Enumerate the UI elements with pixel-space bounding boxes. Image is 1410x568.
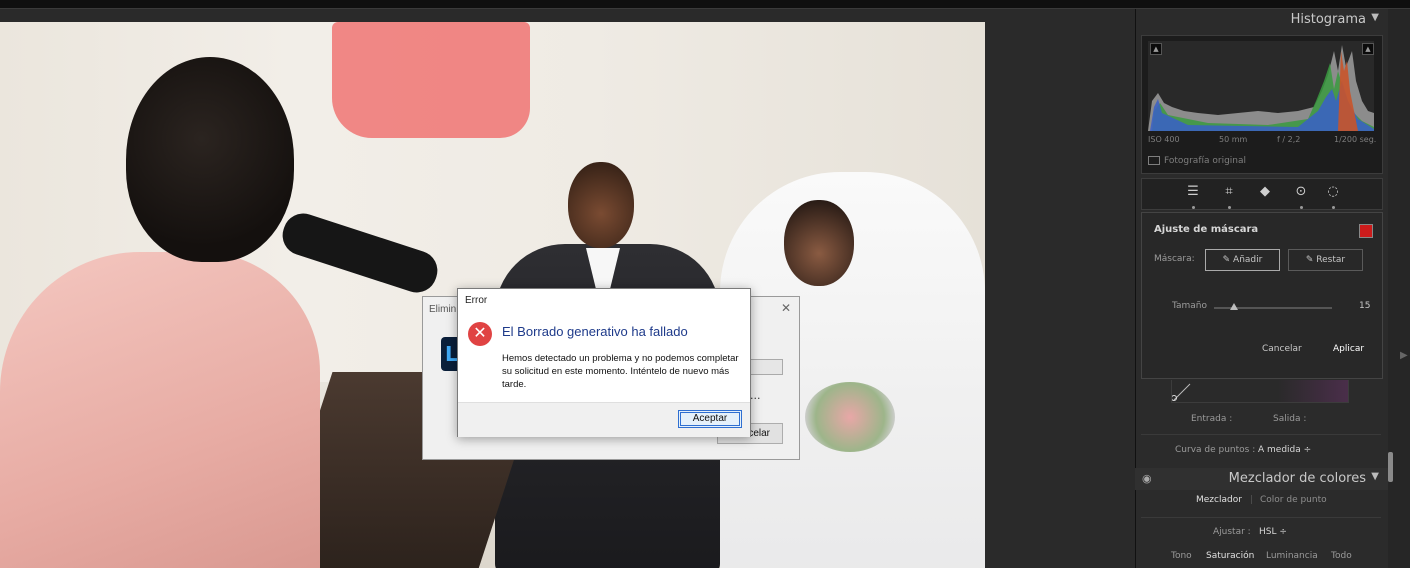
point-curve-select[interactable]: A medida ÷ [1258, 445, 1311, 455]
checkbox-icon[interactable] [1148, 156, 1160, 165]
subtab-hue[interactable]: Tono [1171, 551, 1192, 561]
officiant-shirt [0, 252, 320, 568]
tool-strip: ☰ ⌗ ◆ ⊙ ◌ [1141, 178, 1383, 210]
size-slider-knob[interactable] [1230, 303, 1238, 310]
histogram-aperture: f / 2,2 [1277, 135, 1301, 144]
color-mixer-title: Mezclador de colores [1228, 471, 1366, 486]
masking-icon[interactable]: ◌ [1325, 184, 1341, 209]
panel-scrollbar-track[interactable] [1388, 9, 1410, 568]
red-eye-icon[interactable]: ⊙ [1293, 184, 1309, 209]
curve-input-label: Entrada : [1191, 414, 1233, 424]
dialog-caption: Elimin [429, 304, 457, 315]
histogram-focal: 50 mm [1219, 135, 1248, 144]
adjust-select[interactable]: HSL ÷ [1259, 527, 1287, 537]
mask-label: Máscara: [1154, 254, 1195, 264]
mask-apply-button[interactable]: Aplicar [1333, 344, 1364, 354]
groom-head [568, 162, 634, 248]
eraser-icon[interactable]: ◆ [1257, 184, 1273, 200]
tone-curve-section: Entrada : Salida : Curva de puntos : A m… [1141, 380, 1381, 462]
histogram: ▲ ▲ ISO 400 50 mm f / 2,2 1/200 seg. Fot… [1141, 35, 1383, 174]
officiant-head [126, 57, 294, 262]
tone-curve-graph[interactable] [1171, 380, 1349, 403]
size-label: Tamaño [1172, 301, 1208, 311]
mask-cancel-button[interactable]: Cancelar [1262, 344, 1302, 354]
top-toolbar [0, 0, 1410, 9]
highlight-clipping-icon[interactable]: ▲ [1362, 43, 1374, 55]
histogram-graph: ▲ ▲ [1148, 41, 1374, 131]
adjust-label: Ajustar : [1213, 527, 1251, 537]
divider [1141, 434, 1381, 435]
error-dialog: Error ✕ El Borrado generativo ha fallado… [457, 288, 751, 437]
error-message: Hemos detectado un problema y no podemos… [502, 353, 739, 390]
bouquet [805, 382, 895, 452]
collapse-triangle-icon[interactable]: ▼ [1371, 471, 1379, 482]
original-photo-toggle[interactable]: Fotografía original [1148, 156, 1246, 166]
histogram-title: Histograma [1290, 12, 1366, 27]
error-caption: Error [465, 295, 488, 306]
collapse-triangle-icon[interactable]: ▼ [1371, 12, 1379, 23]
color-mixer-header[interactable]: ◉ Mezclador de colores ▼ [1135, 468, 1388, 490]
divider [1141, 517, 1381, 518]
brush-icon: ✎ [1222, 255, 1234, 265]
tab-separator: | [1250, 495, 1254, 505]
tab-point-color[interactable]: Color de punto [1260, 495, 1327, 505]
add-mask-button[interactable]: ✎ Añadir [1205, 249, 1280, 271]
eye-icon[interactable]: ◉ [1142, 472, 1152, 485]
panel-scrollbar-thumb[interactable] [1388, 452, 1393, 482]
subtab-saturation[interactable]: Saturación [1206, 551, 1254, 561]
mask-adjust-panel: Ajuste de máscara Máscara: ✎ Añadir ✎ Re… [1141, 212, 1383, 379]
ok-button[interactable]: Aceptar [678, 410, 742, 428]
bride-head [784, 200, 854, 286]
mask-panel-title: Ajuste de máscara [1154, 224, 1259, 235]
microphone [277, 208, 443, 298]
curve-output-label: Salida : [1273, 414, 1307, 424]
subtab-luminance[interactable]: Luminancia [1266, 551, 1318, 561]
size-value[interactable]: 15 [1359, 301, 1370, 311]
mask-overlay [332, 22, 530, 138]
histogram-iso: ISO 400 [1148, 135, 1180, 144]
point-curve-label: Curva de puntos : [1175, 445, 1256, 455]
original-photo-label: Fotografía original [1164, 156, 1247, 166]
mask-color-swatch[interactable] [1359, 224, 1373, 238]
error-title: El Borrado generativo ha fallado [502, 324, 688, 339]
brush-minus-icon: ✎ [1305, 255, 1317, 265]
expand-panel-icon[interactable]: ▶ [1400, 350, 1408, 361]
subtract-mask-button[interactable]: ✎ Restar [1288, 249, 1363, 271]
progress-ellipsis: ... [750, 389, 761, 402]
subtab-all[interactable]: Todo [1331, 551, 1352, 561]
crop-icon[interactable]: ⌗ [1221, 184, 1237, 209]
tab-mixer[interactable]: Mezclador [1196, 495, 1242, 505]
histogram-header[interactable]: Histograma ▼ [1135, 9, 1388, 31]
histogram-shutter: 1/200 seg. [1334, 135, 1377, 144]
error-footer: Aceptar [458, 402, 750, 437]
edit-sliders-icon[interactable]: ☰ [1185, 184, 1201, 209]
shadow-clipping-icon[interactable]: ▲ [1150, 43, 1162, 55]
close-icon[interactable]: ✕ [781, 301, 791, 315]
error-icon: ✕ [468, 322, 492, 346]
